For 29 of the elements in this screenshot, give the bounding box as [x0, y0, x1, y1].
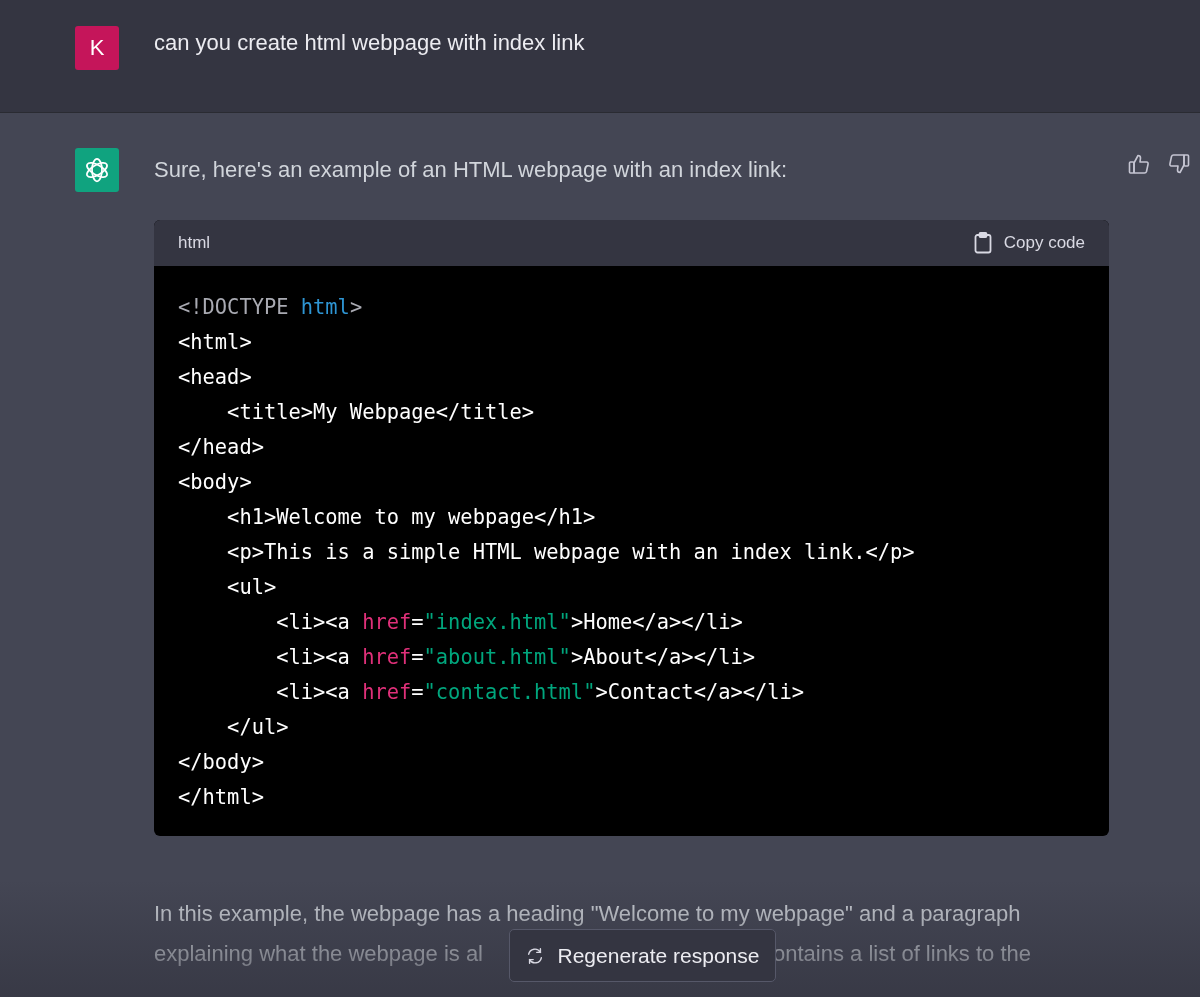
- explanation-text: ontains a list of links to the: [773, 941, 1032, 967]
- assistant-logo-icon: [75, 148, 119, 192]
- user-message: can you create html webpage with index link: [154, 30, 585, 56]
- thumbs-up-icon[interactable]: [1128, 153, 1150, 175]
- code-line: <li><a href="contact.html">Contact</a></li>: [275, 679, 806, 706]
- code-line: <html>: [178, 329, 253, 356]
- refresh-icon: [525, 946, 544, 965]
- code-line: <head>: [178, 364, 253, 391]
- thumbs-down-icon[interactable]: [1168, 153, 1190, 175]
- explanation-text: In this example, the webpage has a heading "Welcome to my webpage" and a paragraph: [154, 901, 1021, 927]
- code-line: <title>My Webpage</title>: [226, 399, 535, 426]
- code-line: </head>: [178, 434, 265, 461]
- clipboard-icon: [973, 232, 992, 254]
- assistant-message: Sure, here's an example of an HTML webpage with an index link:: [154, 157, 789, 183]
- code-line: <body>: [178, 469, 253, 496]
- code-line: <li><a href="about.html">About</a></li>: [275, 644, 757, 671]
- code-line: </ul>: [226, 714, 290, 741]
- explanation-text: explaining what the webpage is al: [154, 941, 484, 967]
- code-line: <p>This is a simple HTML webpage with an index link.</p>: [226, 539, 916, 566]
- user-avatar: K: [75, 26, 119, 70]
- code-line: <h1>Welcome to my webpage</h1>: [226, 504, 597, 531]
- code-line: </body>: [178, 749, 265, 776]
- code-line: </html>: [178, 784, 265, 811]
- code-language: html: [178, 233, 211, 253]
- code-line: <!DOCTYPE html>: [178, 294, 364, 321]
- code-line: <ul>: [226, 574, 278, 601]
- code-line: <li><a href="index.html">Home</a></li>: [275, 609, 744, 636]
- regenerate-response-button[interactable]: Regenerate response: [509, 929, 776, 982]
- copy-code-button[interactable]: Copy code: [973, 232, 1085, 254]
